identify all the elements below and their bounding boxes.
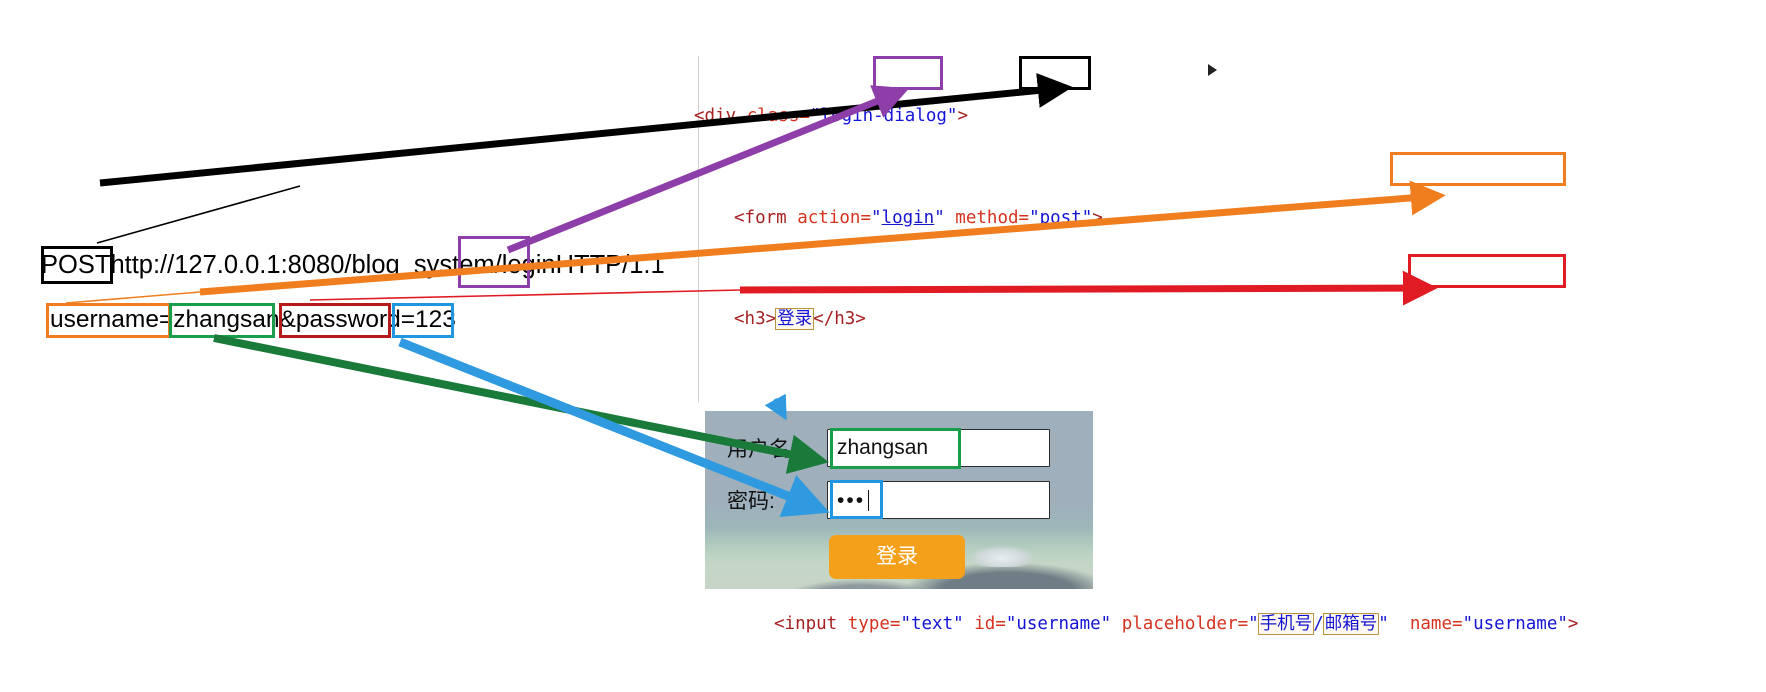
snow-peak-decoration: [963, 537, 1041, 567]
token-name-attr-1: name=: [1409, 614, 1463, 635]
annotation-box-post-method: [41, 246, 113, 284]
token-h3-open: <h3>: [734, 309, 777, 330]
annotation-box-body-password-value: [392, 303, 454, 338]
token-id-attr-1: id=: [963, 614, 1006, 635]
token-type-text-value: "text": [900, 614, 964, 635]
token-div-open: <div: [694, 106, 737, 127]
annotation-box-url-path: [458, 236, 530, 288]
code-line-form-open: <form action="login" method="post">: [694, 206, 1591, 231]
http-version-text: HTTP/1.1: [555, 251, 665, 279]
annotation-box-action-login-attr: [873, 56, 943, 90]
code-line-input-username: <input type="text" id="username" placeho…: [694, 612, 1591, 637]
token-form-open: <form: [734, 207, 787, 228]
token-input-open-1: <input: [774, 614, 838, 635]
username-label: 用户名:: [727, 438, 796, 461]
annotation-box-body-username-value: [169, 303, 275, 338]
token-placeholder-attr-1: placeholder=: [1111, 614, 1249, 635]
token-id-username-value: "username": [1005, 614, 1112, 635]
annotation-box-password-field: [830, 480, 883, 519]
token-gt-4: >: [1567, 614, 1579, 635]
annotation-box-name-username-attr: [1390, 152, 1566, 186]
token-class-attr: class=: [736, 106, 810, 127]
leader-line-password-key: [309, 289, 741, 301]
token-action-quote-open: ": [870, 207, 882, 228]
token-action-attr: action=: [786, 207, 871, 228]
annotation-box-body-username-key: [46, 303, 171, 338]
token-action-quote-close: ": [934, 207, 945, 228]
http-url-prefix-text: http://127.0.0.1:8080/blog_system: [110, 251, 495, 279]
token-placeholder-email: 邮箱号: [1322, 613, 1380, 636]
token-placeholder-phone: 手机号: [1257, 613, 1315, 636]
token-h3-text: 登录: [775, 308, 815, 331]
token-type-attr-1: type=: [837, 614, 901, 635]
annotation-box-username-field: [830, 428, 961, 469]
token-name-username-value: "username": [1462, 614, 1568, 635]
token-gt-1: >: [957, 106, 968, 127]
token-gt-2: >: [1092, 207, 1103, 228]
annotation-box-body-password-key: [279, 303, 391, 338]
token-action-value: login: [881, 207, 935, 228]
token-login-dialog-value: "login-dialog": [809, 106, 958, 127]
code-line-h3: <h3>登录</h3>: [694, 307, 1591, 332]
leader-line-post-box: [96, 185, 301, 244]
annotation-box-name-password-attr: [1408, 254, 1566, 288]
play-triangle-icon: [1208, 64, 1217, 76]
token-method-value: "post": [1029, 207, 1093, 228]
token-method-attr: method=: [944, 207, 1030, 228]
login-row-password: 密码: •••: [727, 481, 1050, 519]
token-quote-2: ": [1378, 614, 1389, 635]
leader-line-username-key: [65, 291, 201, 304]
code-line-div-login-dialog: <div class="login-dialog">: [694, 104, 1591, 129]
html-code-listing: <div class="login-dialog"> <form action=…: [694, 28, 1591, 692]
login-submit-button[interactable]: 登录: [829, 535, 965, 579]
screenshot-root: <div class="login-dialog"> <form action=…: [0, 0, 1766, 692]
password-label: 密码:: [727, 490, 775, 513]
token-h3-close: </h3>: [813, 309, 866, 330]
annotation-box-method-post-attr: [1019, 56, 1091, 90]
http-request-line: POSThttp://127.0.0.1:8080/blog_system/lo…: [41, 251, 665, 280]
